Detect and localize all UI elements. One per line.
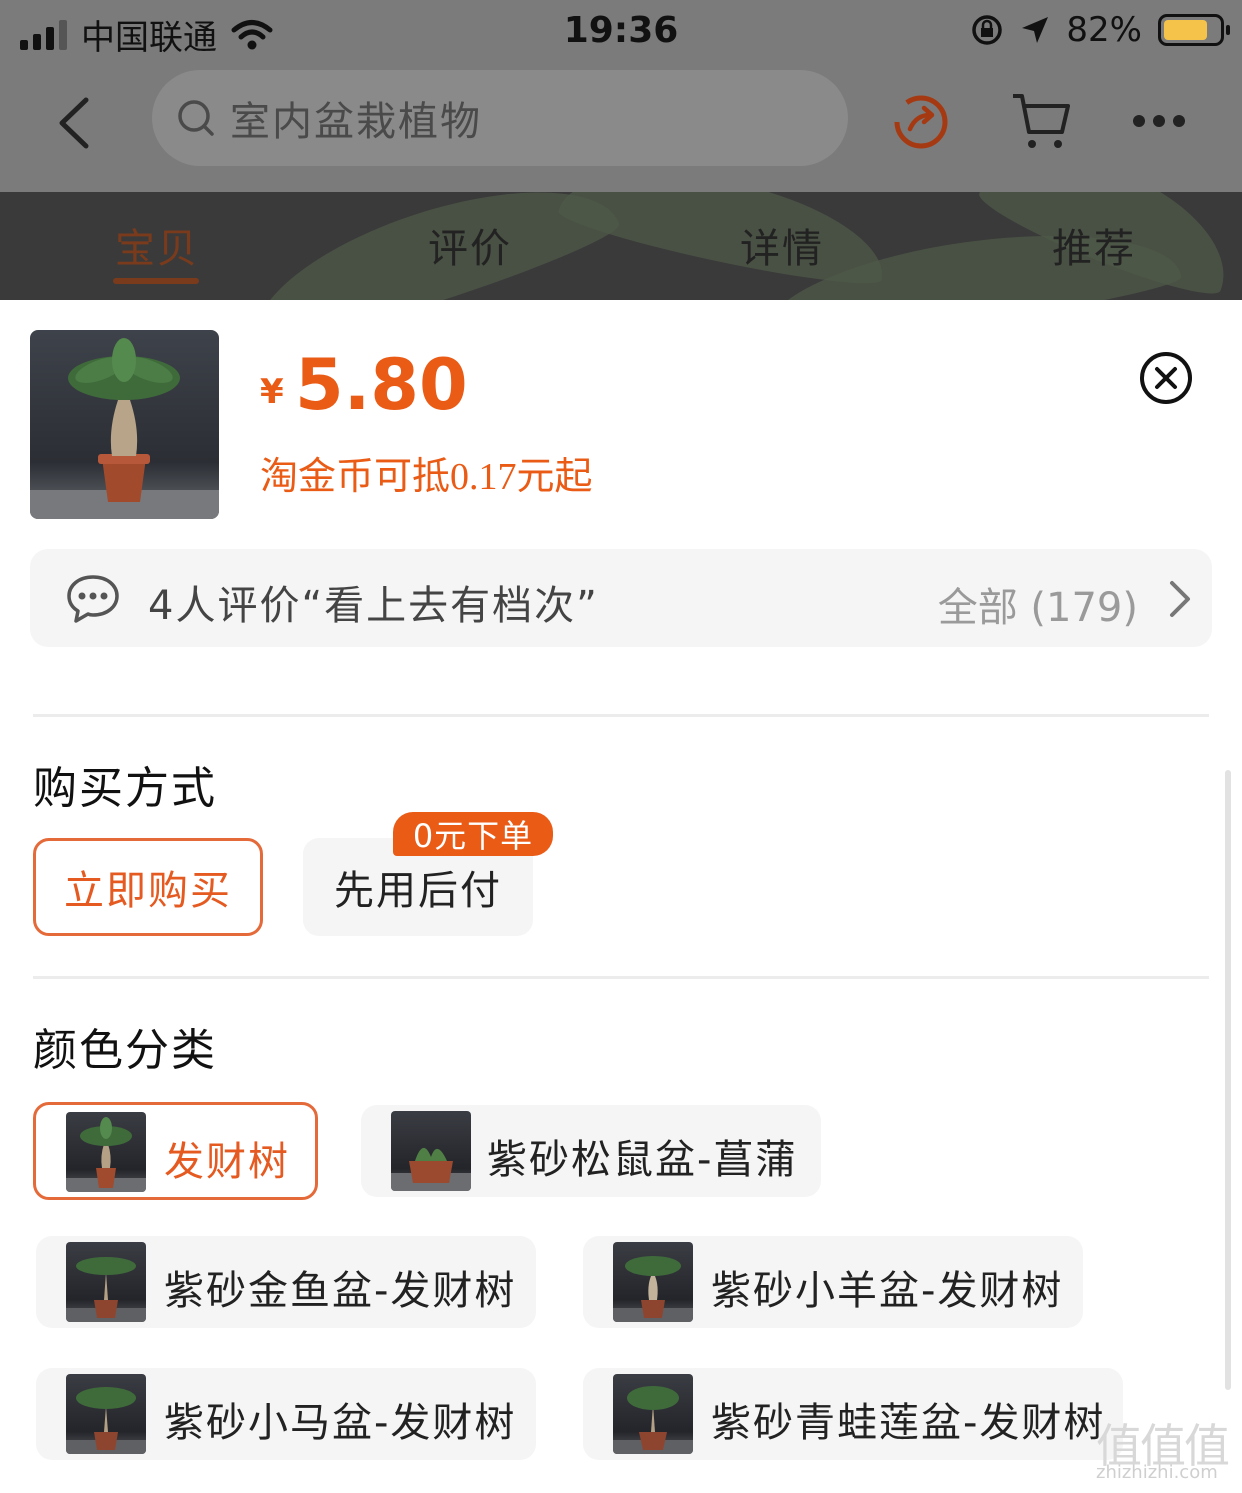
sku-thumbnail [66,1112,146,1192]
close-icon [1155,367,1177,389]
chevron-right-icon [1170,581,1190,617]
sku-label: 紫砂金鱼盆-发财树 [164,1268,517,1314]
search-bar[interactable]: 室内盆栽植物 [152,70,848,166]
battery-percent: 82% [1066,10,1142,50]
tab-baobei[interactable]: 宝贝 [115,216,199,274]
search-icon [178,100,214,136]
tab-recommend[interactable]: 推荐 [1052,216,1136,274]
sku-option-3[interactable]: 紫砂金鱼盆-发财树 [36,1236,536,1328]
cart-icon[interactable] [1010,90,1072,152]
pay-later-label: 先用后付 [334,868,502,914]
currency-symbol: ¥ [260,372,284,412]
tab-details[interactable]: 详情 [740,216,824,274]
sku-option-1[interactable]: 发财树 [33,1102,318,1200]
sku-option-4[interactable]: 紫砂小羊盆-发财树 [583,1236,1083,1328]
color-category-title: 颜色分类 [33,1025,217,1076]
money-tree-image [30,338,219,519]
product-thumbnail[interactable] [30,330,219,519]
battery-icon [1158,14,1230,46]
sku-thumbnail [66,1374,146,1454]
location-icon [1022,17,1049,43]
review-summary-text: 4人评价“看上去有档次” [148,583,599,629]
rotation-lock-icon [972,15,1003,45]
navigation-bar: 室内盆栽植物 [0,66,1242,192]
share-icon[interactable] [890,91,950,151]
coin-discount-note: 淘金币可抵0.17元起 [260,456,593,498]
price: 5.80 [295,344,468,426]
buy-now-label: 立即购买 [64,868,232,914]
dimmed-page-background[interactable]: 中国联通 19:36 82% 室内盆栽植物 宝贝 评价 详情 推荐 [0,0,1242,300]
scrollbar[interactable] [1225,770,1231,1390]
comment-icon [67,575,119,623]
sku-option-6[interactable]: 紫砂青蛙莲盆-发财树 [583,1368,1123,1460]
status-bar: 中国联通 19:36 82% [0,0,1242,66]
zero-yuan-badge: 0元下单 [393,812,553,856]
sku-label: 紫砂小羊盆-发财树 [711,1268,1064,1314]
active-tab-indicator [113,278,199,284]
back-arrow-icon[interactable] [50,90,110,156]
review-summary-bar[interactable]: 4人评价“看上去有档次” 全部 (179) [30,549,1212,647]
sku-thumbnail [613,1374,693,1454]
divider [33,714,1209,717]
sku-selection-sheet: ¥ 5.80 淘金币可抵0.17元起 4人评价“看上去有档次” 全部 (179)… [0,300,1242,1493]
sku-option-5[interactable]: 紫砂小马盆-发财树 [36,1368,536,1460]
divider [33,976,1209,979]
sku-thumbnail [391,1111,471,1191]
sku-label: 紫砂松鼠盆-菖蒲 [487,1137,798,1183]
tab-reviews[interactable]: 评价 [428,216,512,274]
sku-label: 紫砂青蛙莲盆-发财树 [711,1400,1106,1446]
close-button[interactable] [1140,352,1192,404]
sku-option-2[interactable]: 紫砂松鼠盆-菖蒲 [361,1105,821,1197]
review-all-count[interactable]: 全部 (179) [938,575,1138,633]
search-placeholder: 室内盆栽植物 [230,99,482,145]
sku-label: 发财树 [164,1139,290,1185]
sku-thumbnail [66,1242,146,1322]
purchase-method-title: 购买方式 [33,763,217,814]
sku-thumbnail [613,1242,693,1322]
tab-bar: 宝贝 评价 详情 推荐 [0,192,1242,300]
watermark-url: zhizhizhi.com [1096,1462,1218,1483]
buy-now-option[interactable]: 立即购买 [33,838,263,936]
sku-label: 紫砂小马盆-发财树 [164,1400,517,1446]
more-icon[interactable] [1132,111,1186,131]
